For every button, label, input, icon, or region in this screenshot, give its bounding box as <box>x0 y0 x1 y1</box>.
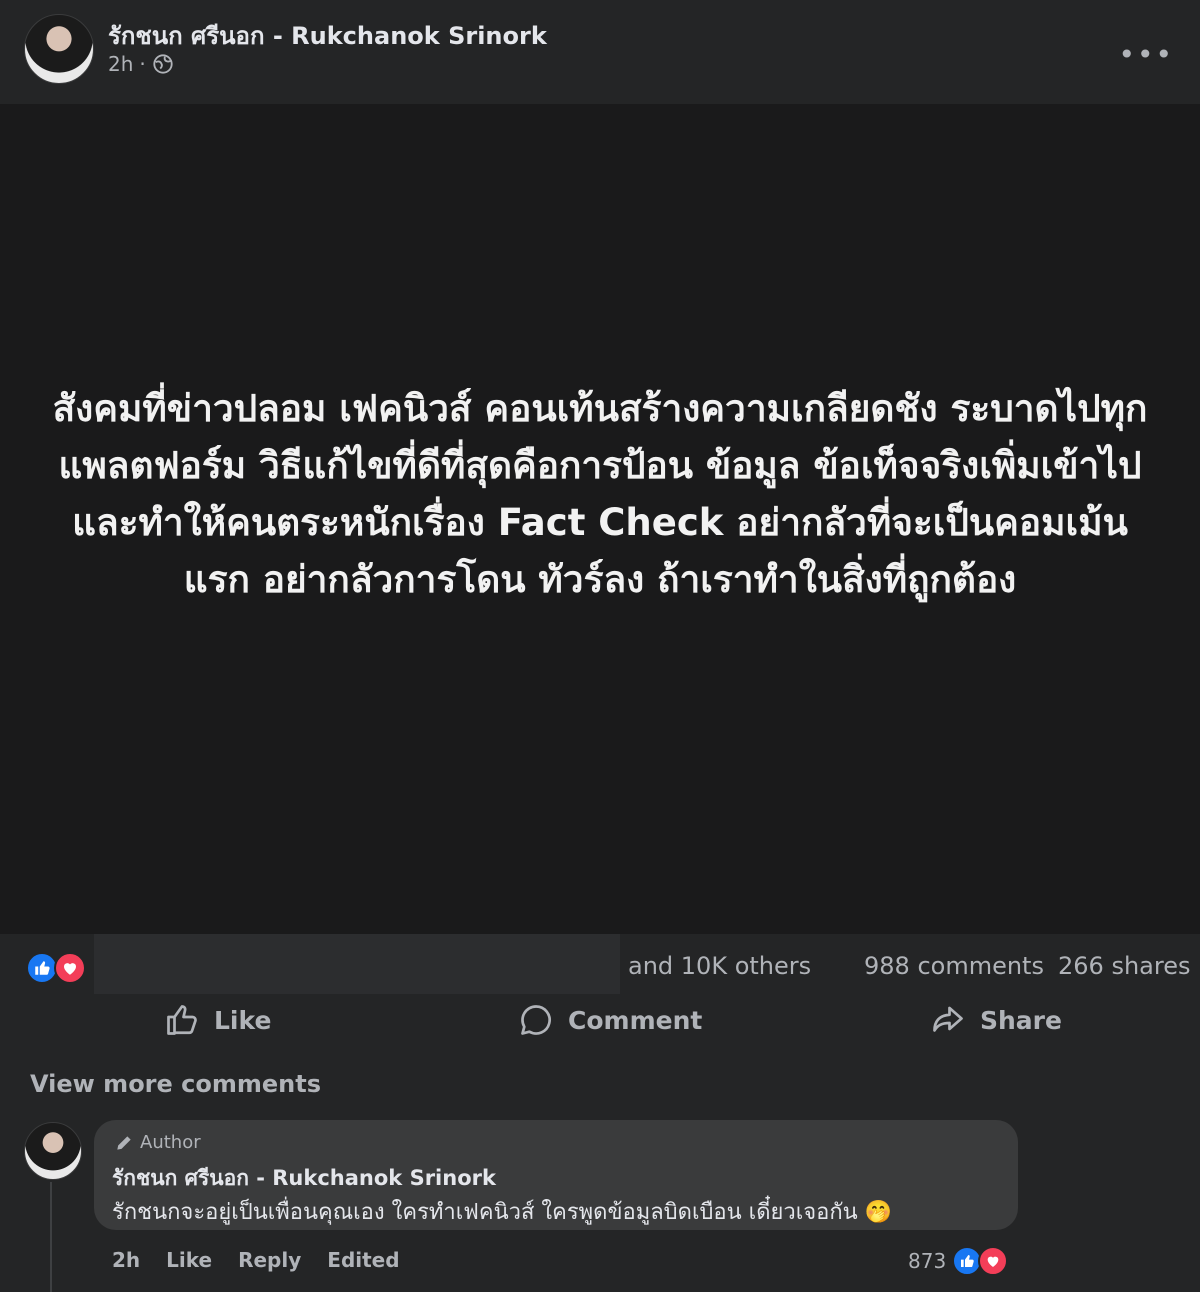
meta-separator: · <box>139 52 146 76</box>
comments-count[interactable]: 988 comments <box>864 952 1044 980</box>
pencil-icon <box>117 1135 131 1150</box>
like-button[interactable]: Like <box>164 1002 271 1038</box>
more-options-icon[interactable]: ••• <box>1118 38 1174 71</box>
comment-icon <box>521 1005 551 1035</box>
love-reaction-icon <box>54 952 86 984</box>
shares-count[interactable]: 266 shares <box>1058 952 1190 980</box>
comment-avatar[interactable] <box>24 1122 82 1180</box>
comment-label: Comment <box>568 1005 703 1035</box>
thumbs-up-icon <box>167 1005 197 1035</box>
comment-reaction-count: 873 <box>908 1249 947 1273</box>
comment-bubble: Author รักชนก ศรีนอก - Rukchanok Srinork… <box>94 1120 1018 1230</box>
like-label: Like <box>214 1005 272 1035</box>
view-more-comments[interactable]: View more comments <box>30 1070 321 1098</box>
comment-time[interactable]: 2h <box>112 1248 140 1272</box>
post-time[interactable]: 2h <box>108 52 133 76</box>
comment-edited-label[interactable]: Edited <box>327 1248 399 1272</box>
comment-author[interactable]: รักชนก ศรีนอก - Rukchanok Srinork <box>112 1162 496 1195</box>
thread-line <box>50 1182 52 1292</box>
comment-text: รักชนกจะอยู่เป็นเพื่อนคุณเอง ใครทำเฟคนิว… <box>112 1200 893 1225</box>
love-reaction-icon <box>978 1246 1009 1276</box>
post-header: รักชนก ศรีนอก - Rukchanok Srinork 2h · •… <box>0 0 1200 104</box>
comment-reply-button[interactable]: Reply <box>238 1248 301 1272</box>
globe-icon[interactable] <box>152 53 174 75</box>
author-badge-label: Author <box>140 1132 201 1153</box>
share-icon <box>933 1006 963 1032</box>
author-name[interactable]: รักชนก ศรีนอก - Rukchanok Srinork <box>108 16 547 55</box>
comment-reactions[interactable]: 873 <box>908 1246 1009 1276</box>
post-content: สังคมที่ข่าวปลอม เฟคนิวส์ คอนเท้นสร้างคว… <box>0 104 1200 934</box>
post-meta: 2h · <box>108 52 174 76</box>
comment-meta: 2h Like Reply Edited <box>112 1248 400 1272</box>
reaction-others[interactable]: and 10K others <box>628 952 811 980</box>
share-label: Share <box>980 1005 1062 1035</box>
post-actions: Like Comment Share <box>0 998 1200 1046</box>
comment-button[interactable]: Comment <box>518 1002 702 1038</box>
blurred-names <box>94 934 620 994</box>
share-button[interactable]: Share <box>930 1002 1062 1038</box>
author-badge: Author <box>114 1132 201 1153</box>
post-footer: and 10K others 988 comments 266 shares L… <box>0 934 1200 1292</box>
reaction-summary[interactable] <box>26 952 86 984</box>
comment-like-button[interactable]: Like <box>166 1248 212 1272</box>
post-text: สังคมที่ข่าวปลอม เฟคนิวส์ คอนเท้นสร้างคว… <box>52 387 1148 601</box>
author-avatar[interactable] <box>24 14 94 84</box>
